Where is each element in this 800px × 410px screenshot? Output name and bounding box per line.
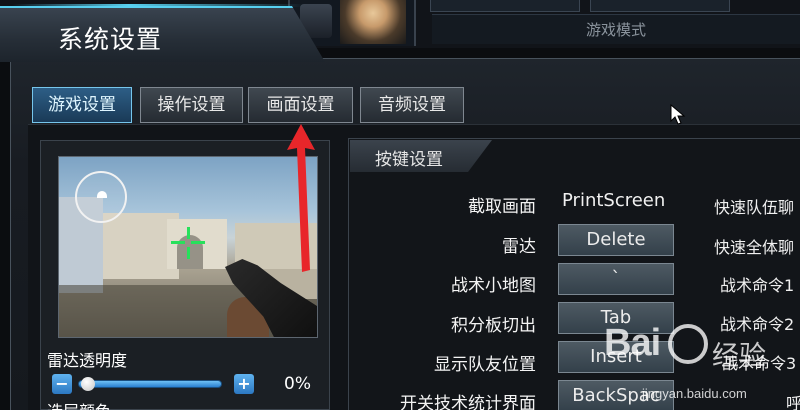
crosshair-icon: [171, 241, 185, 244]
key-binding-field[interactable]: `: [558, 263, 674, 295]
key-row-label: 截取画面: [468, 197, 536, 217]
key-row-label: 快速队伍聊: [714, 198, 795, 217]
radar-transparency-slider[interactable]: [78, 380, 222, 388]
crosshair-icon: [191, 241, 205, 244]
baidu-watermark-logo: Bai: [604, 322, 661, 364]
key-row-label: 战术小地图: [451, 276, 536, 296]
key-row-label: 显示队友位置: [434, 355, 536, 375]
player-marker-icon: [97, 191, 107, 198]
key-row-label: 战术命令1: [720, 276, 795, 295]
key-settings-title: 按键设置: [375, 150, 443, 170]
crosshair-icon: [187, 227, 190, 239]
game-preview-image: [58, 156, 318, 338]
key-binding-value[interactable]: PrintScreen: [562, 190, 665, 211]
key-row-label: 战术命令2: [720, 315, 795, 334]
increase-button[interactable]: +: [234, 374, 254, 394]
title-accent-line: [12, 4, 304, 7]
baidu-paw-icon: [668, 324, 708, 364]
tab-control-settings[interactable]: 操作设置: [140, 87, 243, 123]
key-row-label: 雷达: [502, 237, 536, 257]
watermark-url: jingyan.baidu.com: [642, 386, 747, 401]
tab-graphics-settings[interactable]: 画面设置: [248, 87, 353, 123]
key-row-label: 呼: [786, 394, 800, 410]
annotation-arrow-icon: [287, 124, 315, 272]
key-row-label: 快速全体聊: [714, 238, 795, 257]
key-row-label: 开关技术统计界面: [400, 394, 536, 410]
radar-transparency-label: 雷达透明度: [47, 351, 128, 370]
dialog-title: 系统设置: [58, 25, 163, 54]
mouse-cursor-icon: [670, 104, 686, 125]
dialog-title-tab: [0, 6, 325, 62]
key-binding-field[interactable]: Delete: [558, 224, 674, 256]
crosshair-icon: [187, 247, 190, 259]
tab-game-settings[interactable]: 游戏设置: [32, 87, 132, 123]
team-color-label: 选层颜色: [47, 398, 111, 410]
decrease-button[interactable]: −: [52, 374, 72, 394]
radar-minimap-icon: [75, 171, 127, 223]
baidu-watermark-brand: 经验: [712, 341, 766, 372]
key-row-label: 积分板切出: [451, 316, 536, 336]
slider-handle[interactable]: [81, 377, 95, 391]
radar-transparency-value: 0%: [284, 374, 311, 394]
tab-audio-settings[interactable]: 音频设置: [360, 87, 464, 123]
